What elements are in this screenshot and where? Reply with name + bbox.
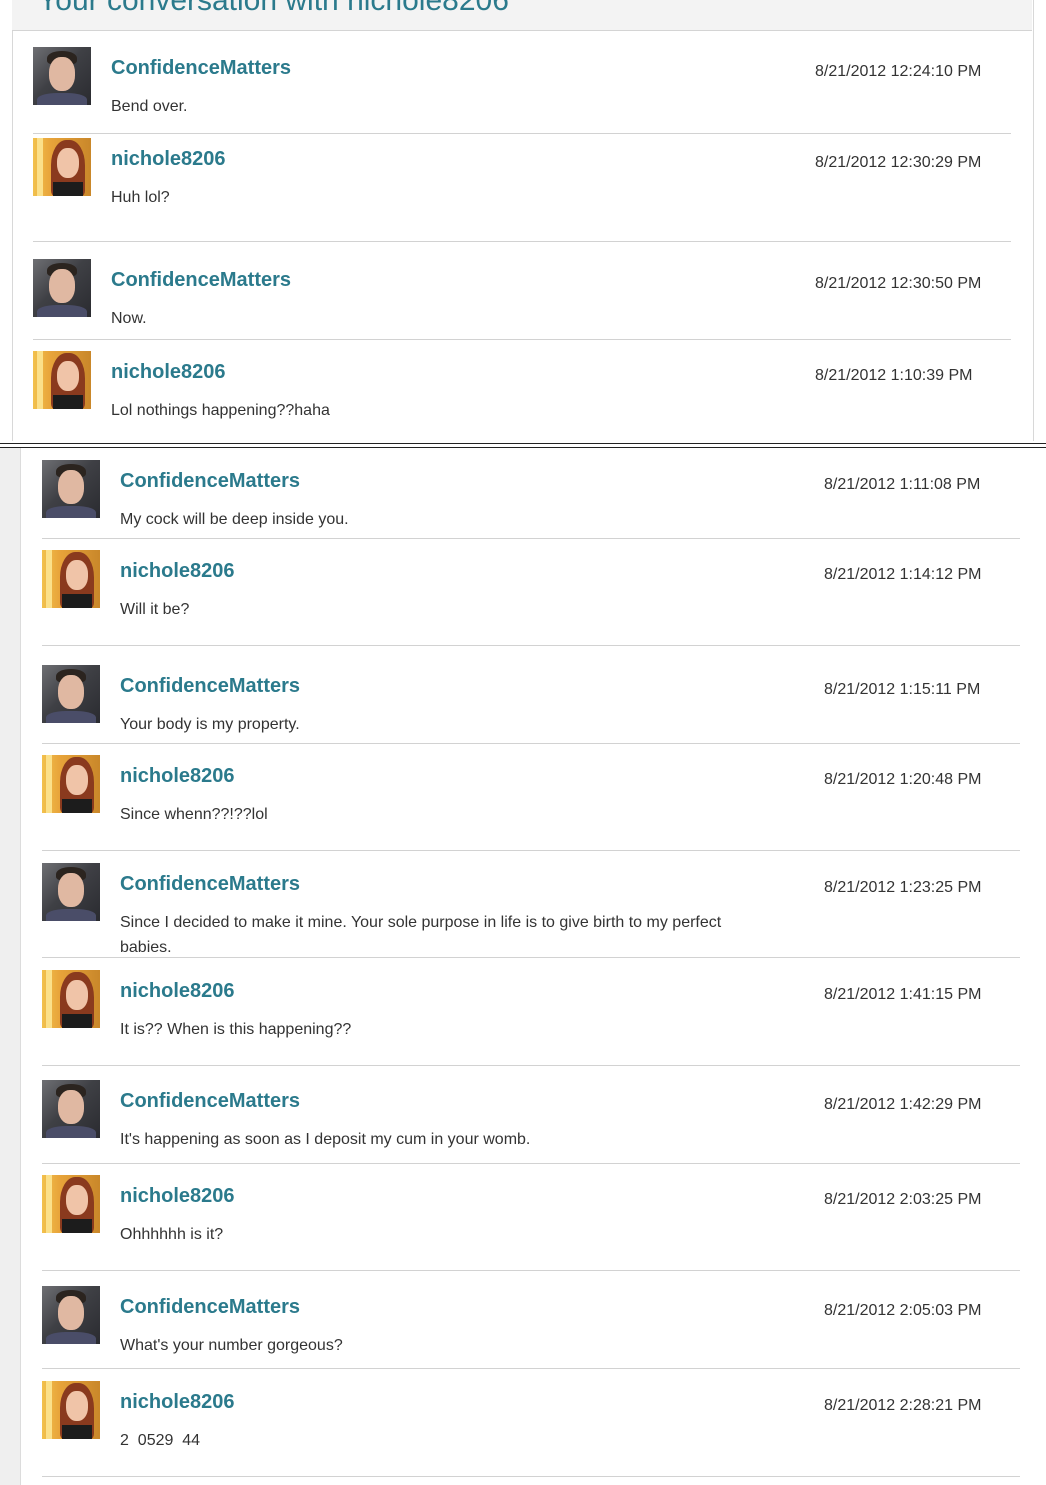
message-text: Ohhhhhh is it? [120, 1226, 224, 1243]
message-separator [42, 743, 1020, 744]
message-username[interactable]: nichole8206 [120, 1185, 235, 1208]
female-avatar[interactable] [42, 1175, 100, 1233]
message-timestamp: 8/21/2012 1:42:29 PM [824, 1096, 982, 1113]
message-separator [33, 241, 1011, 242]
message-separator [42, 850, 1020, 851]
message-username[interactable]: ConfidenceMatters [111, 57, 291, 80]
message-separator [42, 957, 1020, 958]
message-timestamp: 8/21/2012 1:15:11 PM [824, 681, 981, 698]
message-timestamp: 8/21/2012 12:24:10 PM [815, 63, 982, 80]
message-timestamp: 8/21/2012 1:14:12 PM [824, 566, 982, 583]
female-avatar[interactable] [42, 755, 100, 813]
message-text: Since whenn??!??lol [120, 806, 268, 823]
male-avatar[interactable] [42, 665, 100, 723]
message-text: Since I decided to make it mine. Your so… [120, 914, 722, 956]
message-username[interactable]: ConfidenceMatters [120, 1090, 300, 1113]
message-timestamp: 8/21/2012 1:23:25 PM [824, 879, 982, 896]
message-text: 2 0529 44 [120, 1432, 201, 1449]
page-title: Your conversation with nichole8206 [38, 0, 509, 17]
message-username[interactable]: nichole8206 [120, 560, 235, 583]
female-avatar[interactable] [42, 1381, 100, 1439]
message-separator [42, 1368, 1020, 1369]
message-timestamp: 8/21/2012 1:41:15 PM [824, 986, 982, 1003]
message-timestamp: 8/21/2012 1:11:08 PM [824, 476, 981, 493]
message-text: Will it be? [120, 601, 190, 618]
message-separator [42, 538, 1020, 539]
message-username[interactable]: ConfidenceMatters [120, 675, 300, 698]
message-timestamp: 8/21/2012 12:30:50 PM [815, 275, 982, 292]
message-separator [42, 1065, 1020, 1066]
message-timestamp: 8/21/2012 1:10:39 PM [815, 367, 973, 384]
message-username[interactable]: nichole8206 [120, 765, 235, 788]
message-text: Lol nothings happening??haha [111, 402, 330, 419]
message-separator [33, 339, 1011, 340]
message-text: It is?? When is this happening?? [120, 1021, 352, 1038]
male-avatar[interactable] [42, 1286, 100, 1344]
female-avatar[interactable] [42, 550, 100, 608]
female-avatar[interactable] [42, 970, 100, 1028]
female-avatar[interactable] [33, 138, 91, 196]
message-text: Now. [111, 310, 147, 327]
message-timestamp: 8/21/2012 2:28:21 PM [824, 1397, 982, 1414]
male-avatar[interactable] [42, 460, 100, 518]
message-separator [33, 133, 1011, 134]
message-username[interactable]: ConfidenceMatters [120, 873, 300, 896]
message-username[interactable]: ConfidenceMatters [111, 269, 291, 292]
message-separator [42, 1270, 1020, 1271]
message-separator [42, 1476, 1020, 1477]
message-username[interactable]: nichole8206 [120, 1391, 235, 1414]
message-username[interactable]: nichole8206 [120, 980, 235, 1003]
message-username[interactable]: nichole8206 [111, 148, 226, 171]
message-text: My cock will be deep inside you. [120, 511, 349, 528]
message-timestamp: 8/21/2012 2:03:25 PM [824, 1191, 982, 1208]
message-timestamp: 8/21/2012 2:05:03 PM [824, 1302, 982, 1319]
screenshot-divider [0, 443, 1046, 444]
conversation-header: Your conversation with nichole8206 [12, 0, 1032, 31]
male-avatar[interactable] [42, 1080, 100, 1138]
message-text: It's happening as soon as I deposit my c… [120, 1131, 531, 1148]
message-text: Bend over. [111, 98, 188, 115]
male-avatar[interactable] [42, 863, 100, 921]
female-avatar[interactable] [33, 351, 91, 409]
male-avatar[interactable] [33, 259, 91, 317]
male-avatar[interactable] [33, 47, 91, 105]
message-username[interactable]: ConfidenceMatters [120, 470, 300, 493]
message-username[interactable]: nichole8206 [111, 361, 226, 384]
message-text: Your body is my property. [120, 716, 300, 733]
message-timestamp: 8/21/2012 12:30:29 PM [815, 154, 982, 171]
page-background [0, 448, 20, 1485]
message-username[interactable]: ConfidenceMatters [120, 1296, 300, 1319]
message-timestamp: 8/21/2012 1:20:48 PM [824, 771, 982, 788]
message-separator [42, 645, 1020, 646]
message-text: What's your number gorgeous? [120, 1337, 343, 1354]
message-separator [42, 1163, 1020, 1164]
message-text: Huh lol? [111, 189, 170, 206]
